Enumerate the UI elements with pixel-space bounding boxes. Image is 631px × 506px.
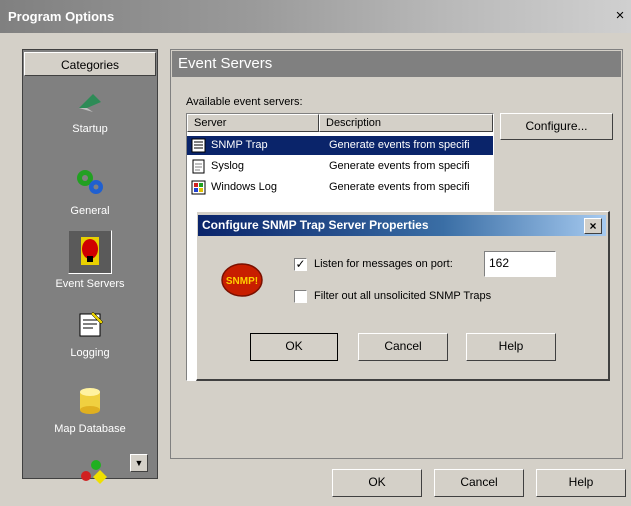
category-label: General [70,205,110,217]
category-map-database[interactable]: Map Database [24,386,156,435]
server-name: Windows Log [211,181,278,193]
table-row[interactable]: SNMP Trap Generate events from specifi [187,136,493,155]
selected-category-frame [68,230,112,274]
ok-button[interactable]: OK [332,469,422,497]
category-label: Map Database [54,423,126,435]
category-label: Event Servers [55,278,125,290]
map-database-icon [80,388,100,414]
category-label: Startup [72,123,108,135]
listen-checkbox[interactable]: ✓ [294,258,307,271]
dialog-ok-button[interactable]: OK [250,333,338,361]
configure-button[interactable]: Configure... [500,113,613,140]
table-row[interactable]: Windows Log Generate events from specifi [187,178,493,197]
filter-label: Filter out all unsolicited SNMP Traps [314,290,492,302]
chevron-down-icon[interactable]: ▼ [130,454,148,472]
available-servers-label: Available event servers: [186,96,303,108]
server-description: Generate events from specifi [329,181,470,193]
map-objects-icon[interactable] [78,458,108,486]
dialog-title: Configure SNMP Trap Server Properties [202,218,429,232]
category-logging[interactable]: Logging [24,308,156,359]
dialog-close-icon[interactable]: × [584,218,602,234]
section-title: Event Servers [172,51,621,77]
window-title: Program Options [8,9,115,24]
windows-log-icon [191,180,206,195]
server-description: Generate events from specifi [329,139,470,151]
filter-checkbox[interactable] [294,290,307,303]
category-label: Logging [70,347,110,359]
category-general[interactable]: General [24,164,156,217]
listen-label: Listen for messages on port: [314,258,453,270]
snmp-trap-icon [191,138,206,153]
column-header-server[interactable]: Server [187,114,319,132]
dialog-help-button[interactable]: Help [466,333,556,361]
table-row[interactable]: Syslog Generate events from specifi [187,157,493,176]
startup-flag-icon [79,94,101,112]
server-name: Syslog [211,160,245,172]
list-header: Server Description [187,114,493,132]
categories-header: Categories [24,52,156,76]
port-field[interactable]: 162 [484,251,556,277]
general-gears-icon [77,170,103,194]
server-name: SNMP Trap [211,139,268,151]
column-header-description[interactable]: Description [319,114,493,132]
snmp-badge-text: SNMP! [226,276,258,287]
logging-notepad-icon [79,311,104,337]
close-icon[interactable]: × [612,8,628,24]
help-button[interactable]: Help [536,469,626,497]
cancel-button[interactable]: Cancel [434,469,524,497]
syslog-document-icon [192,159,205,174]
dialog-cancel-button[interactable]: Cancel [358,333,448,361]
event-servers-icon [81,237,99,265]
server-description: Generate events from specifi [329,160,470,172]
checkmark-icon: ✓ [295,257,306,271]
category-event-servers[interactable]: Event Servers [24,230,156,290]
category-startup[interactable]: Startup [24,88,156,135]
snmp-badge-icon: SNMP! [221,263,263,297]
